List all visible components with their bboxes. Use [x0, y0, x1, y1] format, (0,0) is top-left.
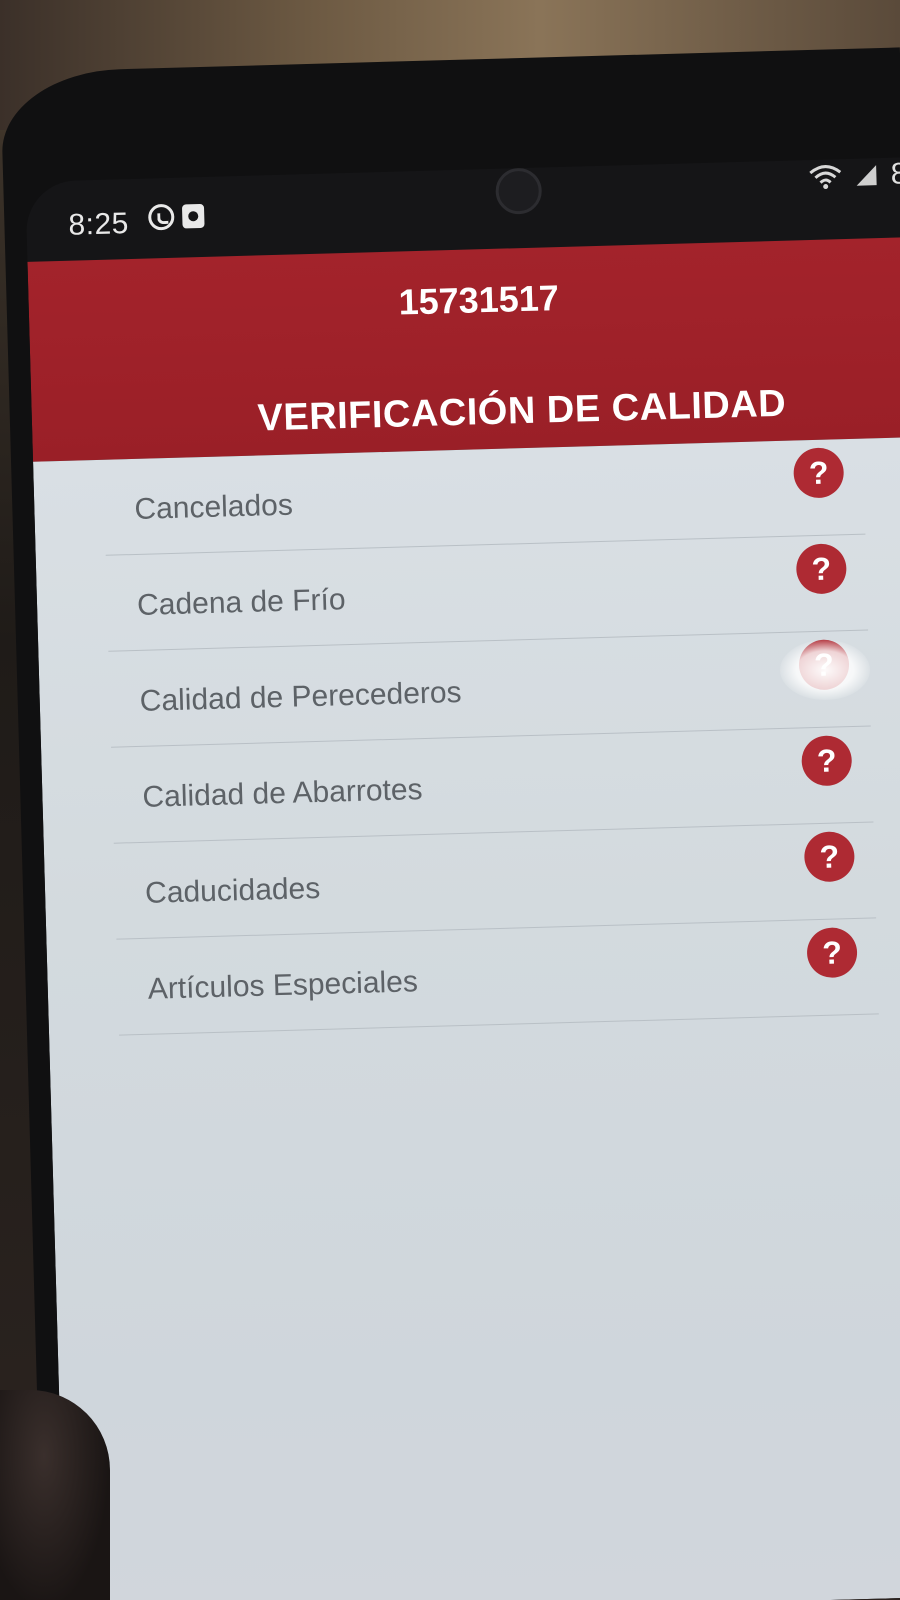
phone-screen: 8:25 8 15731517 VERIFICACIÓN DE CALIDAD …: [25, 156, 900, 1600]
wifi-icon: [809, 165, 842, 190]
finger: [0, 1390, 110, 1600]
app-header: 15731517 VERIFICACIÓN DE CALIDAD: [27, 236, 900, 462]
menu-item-articulos-especiales[interactable]: Artículos Especiales ?: [116, 918, 879, 1036]
help-icon[interactable]: ?: [801, 735, 853, 787]
menu-item-label: Cancelados: [133, 488, 294, 526]
status-time: 8:25: [68, 207, 130, 242]
notification-icons: [147, 203, 205, 231]
help-icon[interactable]: ?: [795, 543, 848, 595]
screen-glare: [780, 640, 870, 700]
camera-notification-icon: [181, 203, 205, 229]
battery-level: 8: [890, 157, 900, 191]
menu-item-label: Artículos Especiales: [147, 965, 419, 1006]
signal-icon: [856, 165, 877, 186]
phone-frame: 8:25 8 15731517 VERIFICACIÓN DE CALIDAD …: [0, 47, 900, 1600]
menu-item-label: Cadena de Frío: [136, 583, 346, 622]
store-id: 15731517: [398, 277, 560, 323]
whatsapp-icon: [147, 203, 175, 231]
menu-item-label: Caducidades: [144, 871, 321, 910]
front-camera: [495, 167, 543, 215]
status-right-icons: 8: [808, 157, 900, 194]
page-title: VERIFICACIÓN DE CALIDAD: [256, 382, 787, 440]
menu-content: Cancelados ? Cadena de Frío ? Calidad de…: [33, 436, 900, 1600]
menu-item-label: Calidad de Perecederos: [139, 675, 462, 718]
help-icon[interactable]: ?: [803, 831, 856, 883]
help-icon[interactable]: ?: [806, 926, 858, 979]
menu-list: Cancelados ? Cadena de Frío ? Calidad de…: [103, 438, 879, 1036]
menu-item-label: Calidad de Abarrotes: [142, 773, 424, 814]
help-icon[interactable]: ?: [792, 447, 845, 499]
